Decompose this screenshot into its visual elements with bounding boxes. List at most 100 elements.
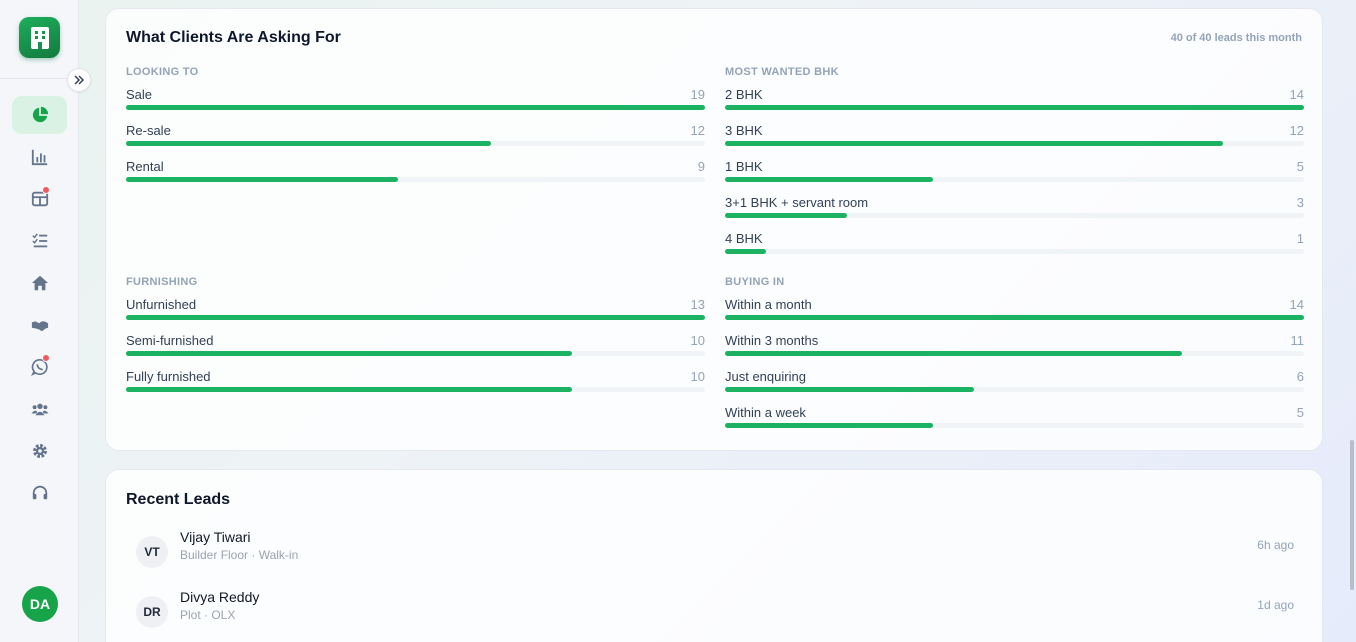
progress-fill bbox=[126, 351, 572, 356]
progress-fill bbox=[725, 141, 1223, 146]
nav-team[interactable] bbox=[12, 390, 67, 428]
gear-icon bbox=[32, 444, 47, 458]
progress-fill bbox=[725, 249, 766, 254]
lead-row[interactable]: VT Vijay Tiwari Builder Floor · Walk-in … bbox=[136, 529, 1294, 586]
stat-value: 5 bbox=[1296, 159, 1304, 174]
section-furnishing: FURNISHING Unfurnished 13 Semi-furnished 10… bbox=[126, 275, 705, 397]
stat-value: 6 bbox=[1296, 369, 1304, 384]
progress-fill bbox=[725, 213, 847, 218]
progress-fill bbox=[126, 387, 572, 392]
notification-badge bbox=[42, 354, 50, 362]
stat-value: 12 bbox=[1289, 123, 1304, 138]
nav-properties[interactable] bbox=[12, 264, 67, 302]
progress-track bbox=[126, 141, 705, 146]
progress-track bbox=[725, 177, 1304, 182]
nav-board[interactable] bbox=[12, 180, 67, 218]
app-logo[interactable] bbox=[19, 17, 60, 58]
nav-support[interactable] bbox=[12, 474, 67, 512]
stat-row: 2 BHK 14 bbox=[725, 79, 1304, 115]
progress-fill bbox=[725, 387, 974, 392]
notification-badge bbox=[42, 186, 50, 194]
stat-row: Semi-furnished 10 bbox=[126, 325, 705, 361]
checklist-icon bbox=[31, 233, 47, 248]
progress-track bbox=[725, 105, 1304, 110]
stat-value: 13 bbox=[690, 297, 705, 312]
stat-value: 11 bbox=[1290, 333, 1305, 348]
progress-track bbox=[126, 177, 705, 182]
progress-fill bbox=[725, 105, 1304, 110]
stat-row: Within a month 14 bbox=[725, 289, 1304, 325]
stat-value: 5 bbox=[1296, 405, 1304, 420]
stat-label: Rental bbox=[126, 159, 164, 174]
stat-label: Unfurnished bbox=[126, 297, 197, 312]
stat-row: Sale 19 bbox=[126, 79, 705, 115]
stat-row: Within 3 months 11 bbox=[725, 325, 1304, 361]
progress-track bbox=[725, 423, 1304, 428]
stat-row: 3+1 BHK + servant room 3 bbox=[725, 187, 1304, 223]
stat-label: Within a month bbox=[725, 297, 812, 312]
progress-track bbox=[725, 387, 1304, 392]
client-demand-card: What Clients Are Asking For 40 of 40 lea… bbox=[105, 8, 1323, 451]
stat-label: Within a week bbox=[725, 405, 806, 420]
lead-row[interactable]: DR Divya Reddy Plot · OLX 1d ago bbox=[136, 589, 1294, 642]
stat-label: 4 BHK bbox=[725, 231, 763, 246]
stat-row: 1 BHK 5 bbox=[725, 151, 1304, 187]
section-label: BUYING IN bbox=[725, 276, 785, 288]
progress-track bbox=[725, 351, 1304, 356]
progress-fill bbox=[126, 177, 399, 182]
stat-label: Fully furnished bbox=[126, 369, 211, 384]
nav-whatsapp[interactable] bbox=[12, 348, 67, 386]
scrollbar-thumb[interactable] bbox=[1350, 440, 1354, 590]
page-scrollbar[interactable] bbox=[1348, 0, 1356, 642]
stat-label: Re-sale bbox=[126, 123, 171, 138]
progress-track bbox=[126, 387, 705, 392]
progress-track bbox=[126, 105, 705, 110]
nav-dashboard[interactable] bbox=[12, 96, 67, 134]
handshake-icon bbox=[31, 321, 48, 332]
stat-label: Sale bbox=[126, 87, 153, 102]
stat-label: 3+1 BHK + servant room bbox=[725, 195, 869, 210]
section-label: LOOKING TO bbox=[126, 66, 199, 78]
nav-tasks[interactable] bbox=[12, 222, 67, 260]
stat-row: 4 BHK 1 bbox=[725, 223, 1304, 259]
section-label: FURNISHING bbox=[126, 276, 198, 288]
user-avatar[interactable]: DA bbox=[22, 586, 58, 622]
stat-value: 14 bbox=[1289, 297, 1304, 312]
recent-leads-card: Recent Leads VT Vijay Tiwari Builder Flo… bbox=[105, 469, 1323, 642]
nav-analytics[interactable] bbox=[12, 138, 67, 176]
lead-subtitle: Plot · OLX bbox=[180, 608, 236, 622]
nav-settings[interactable] bbox=[12, 432, 67, 470]
stat-label: 1 BHK bbox=[725, 159, 763, 174]
card-title: What Clients Are Asking For bbox=[126, 29, 341, 46]
stat-value: 1 bbox=[1296, 231, 1304, 246]
section-most-wanted-bhk: MOST WANTED BHK 2 BHK 14 3 BHK 12 1 BHK 5 3+1 … bbox=[725, 65, 1304, 259]
card-title: Recent Leads bbox=[126, 491, 231, 508]
lead-name: Divya Reddy bbox=[180, 589, 260, 605]
sidebar-collapse-button[interactable] bbox=[67, 68, 91, 92]
double-chevron-right-icon bbox=[74, 75, 85, 85]
nav-deals[interactable] bbox=[12, 306, 67, 344]
progress-track bbox=[126, 315, 705, 320]
stat-value: 10 bbox=[690, 333, 705, 348]
pie-chart-icon bbox=[32, 106, 48, 123]
stat-value: 19 bbox=[690, 87, 705, 102]
progress-fill bbox=[725, 423, 934, 428]
building-icon bbox=[30, 26, 49, 49]
lead-name: Vijay Tiwari bbox=[180, 529, 251, 545]
lead-avatar: DR bbox=[136, 596, 168, 628]
headset-icon bbox=[32, 485, 47, 500]
stat-value: 12 bbox=[690, 123, 705, 138]
stat-value: 9 bbox=[697, 159, 705, 174]
progress-track bbox=[725, 141, 1304, 146]
stat-label: Within 3 months bbox=[725, 333, 819, 348]
stat-value: 14 bbox=[1289, 87, 1304, 102]
lead-subtitle: Builder Floor · Walk-in bbox=[180, 548, 299, 562]
stat-row: Fully furnished 10 bbox=[126, 361, 705, 397]
progress-fill bbox=[725, 351, 1183, 356]
stat-value: 3 bbox=[1296, 195, 1304, 210]
stat-row: Just enquiring 6 bbox=[725, 361, 1304, 397]
section-label: MOST WANTED BHK bbox=[725, 66, 839, 78]
progress-fill bbox=[725, 315, 1304, 320]
bar-chart-icon bbox=[31, 149, 47, 166]
stat-label: 2 BHK bbox=[725, 87, 763, 102]
